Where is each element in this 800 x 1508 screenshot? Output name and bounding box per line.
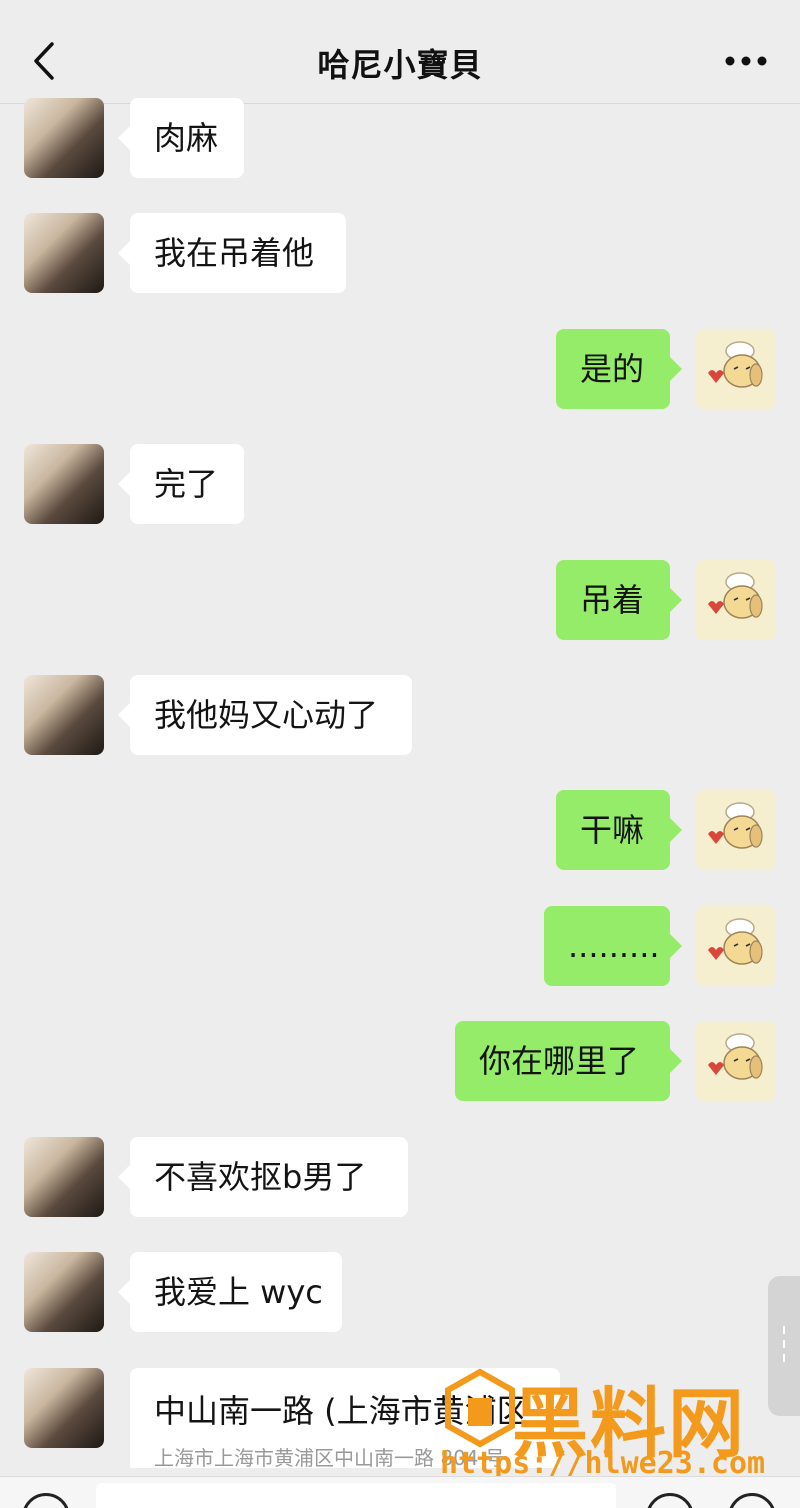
voice-button[interactable] [22, 1493, 70, 1508]
contact-avatar[interactable] [24, 675, 104, 755]
contact-avatar[interactable] [24, 1137, 104, 1217]
incoming-message-bubble[interactable]: 肉麻 [118, 98, 244, 178]
incoming-message-bubble[interactable]: 完了 [118, 444, 244, 524]
input-bar [0, 1476, 800, 1508]
watermark: 黑料网 https://hlwe23.com [440, 1362, 800, 1482]
contact-avatar[interactable] [24, 98, 104, 178]
message-input[interactable] [96, 1483, 616, 1508]
incoming-message-bubble[interactable]: 我爱上 wyc [118, 1252, 342, 1332]
incoming-message-bubble[interactable]: 不喜欢抠b男了 [118, 1137, 408, 1217]
outgoing-message-bubble[interactable]: 你在哪里了 [455, 1021, 682, 1101]
outgoing-message-bubble[interactable]: 干嘛 [556, 790, 682, 870]
chat-header: 哈尼小寶貝 [0, 0, 800, 104]
contact-avatar[interactable] [24, 1252, 104, 1332]
incoming-message-bubble[interactable]: 我在吊着他 [118, 213, 346, 293]
my-avatar[interactable] [696, 1021, 776, 1101]
contact-avatar[interactable] [24, 1368, 104, 1448]
more-dots-icon [725, 56, 767, 66]
chat-title: 哈尼小寶貝 [317, 46, 483, 84]
contact-avatar[interactable] [24, 213, 104, 293]
puppy-sticker-icon [708, 1033, 763, 1080]
puppy-sticker-icon [708, 341, 763, 388]
watermark-logo-icon [445, 1368, 515, 1448]
my-avatar[interactable] [696, 790, 776, 870]
puppy-sticker-icon [708, 802, 763, 849]
my-avatar[interactable] [696, 329, 776, 409]
puppy-sticker-icon [708, 572, 763, 619]
outgoing-message-bubble[interactable]: ......... [544, 906, 682, 986]
outgoing-message-bubble[interactable]: 吊着 [556, 560, 682, 640]
my-avatar[interactable] [696, 906, 776, 986]
my-avatar[interactable] [696, 560, 776, 640]
contact-avatar[interactable] [24, 444, 104, 524]
grip-dots-icon [783, 1326, 785, 1362]
more-button[interactable] [724, 46, 770, 76]
plus-button[interactable] [728, 1493, 776, 1508]
emoji-button[interactable] [646, 1493, 694, 1508]
outgoing-message-bubble[interactable]: 是的 [556, 329, 682, 409]
incoming-message-bubble[interactable]: 我他妈又心动了 [118, 675, 412, 755]
puppy-sticker-icon [708, 918, 763, 965]
